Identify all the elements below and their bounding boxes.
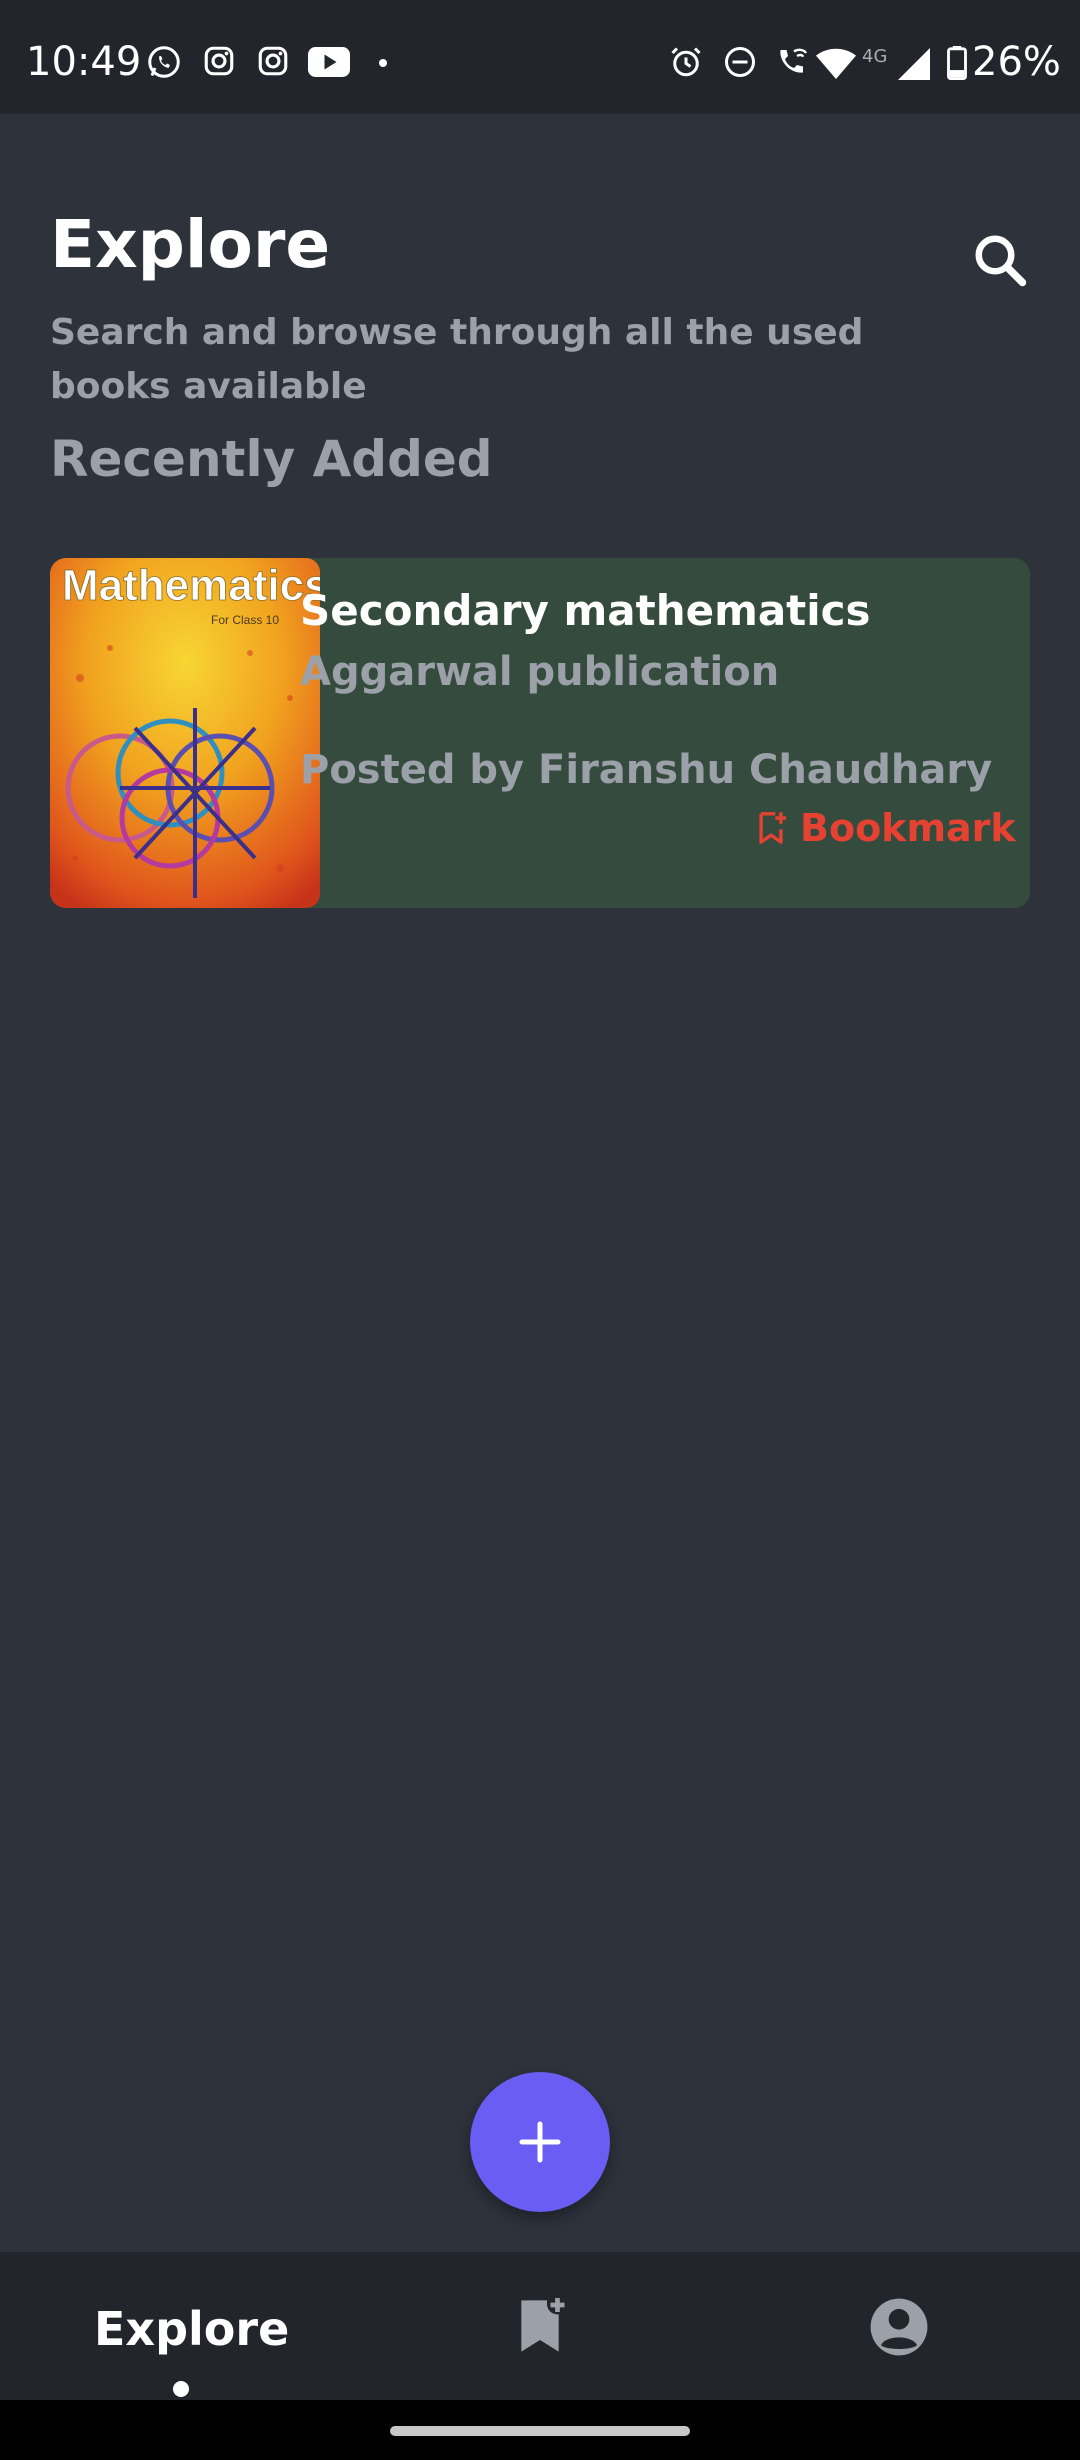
page-title: Explore [50,206,331,283]
cover-subtitle: For Class 10 [211,613,279,627]
home-gesture-handle[interactable] [390,2426,690,2436]
signal-icon [898,48,930,80]
profile-icon[interactable] [868,2296,930,2358]
network-type: 4G [862,46,888,67]
bookmark-add-icon [759,812,786,844]
status-time: 10:49 [26,39,142,85]
status-bar: 10:49 4G 26% [0,0,1080,114]
instagram-icon [258,46,288,76]
bookmarks-icon[interactable] [512,2298,568,2354]
instagram-icon [204,46,234,76]
search-icon[interactable] [970,230,1030,290]
plus-icon [519,2121,561,2163]
add-book-button[interactable] [470,2072,610,2212]
wifi-icon [816,48,856,79]
nav-active-indicator [173,2381,189,2397]
battery-level: 26% [972,39,1061,85]
bookmark-label: Bookmark [800,806,1016,850]
dot-icon [379,59,387,67]
nav-tab-explore[interactable]: Explore [94,2306,289,2352]
alarm-icon [671,47,701,77]
whatsapp-icon [148,46,180,78]
book-title[interactable]: Secondary mathematics [300,590,871,632]
wifi-call-icon [780,48,808,73]
book-posted-by: Posted by Firanshu Chaudhary [300,747,993,793]
dnd-icon [725,47,755,77]
bookmark-button[interactable]: Bookmark [756,806,1016,850]
book-publisher: Aggarwal publication [300,649,780,695]
battery-icon [947,46,967,80]
cover-title: Mathematics [62,561,320,610]
book-cover-image: Mathematics For Class 10 [50,558,320,908]
page-subtitle: Search and browse through all the used b… [50,312,864,407]
section-title-recently-added: Recently Added [50,430,493,488]
youtube-icon [308,47,350,77]
